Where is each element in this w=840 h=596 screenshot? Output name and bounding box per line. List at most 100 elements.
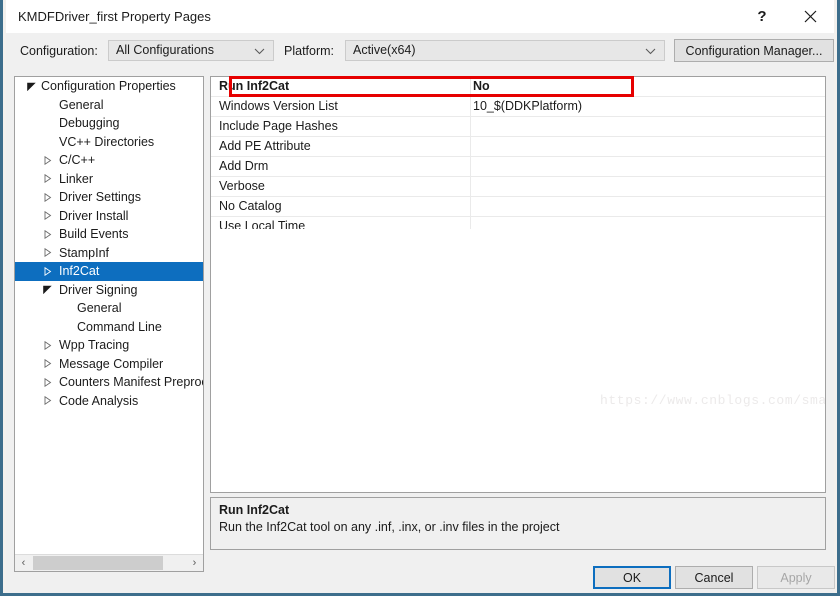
configuration-manager-button[interactable]: Configuration Manager...: [674, 39, 834, 62]
close-icon[interactable]: [788, 0, 832, 32]
tree-item-general[interactable]: General: [15, 299, 203, 318]
tree-item-wpp-tracing[interactable]: Wpp Tracing: [15, 336, 203, 355]
tree-item-label: General: [59, 97, 104, 112]
tree-item-label: Inf2Cat: [59, 264, 100, 278]
tree-item-command-line[interactable]: Command Line: [15, 318, 203, 337]
tree-item-label: Driver Install: [59, 208, 129, 223]
property-row[interactable]: Run Inf2Cat No: [211, 77, 825, 97]
description-body: Run the Inf2Cat tool on any .inf, .inx, …: [219, 520, 560, 534]
property-name: Include Page Hashes: [219, 119, 338, 133]
platform-label: Platform:: [284, 44, 335, 58]
tree-item-label: Message Compiler: [59, 356, 164, 371]
tree-item-label: Linker: [59, 171, 94, 186]
tree-item-label: General: [77, 301, 122, 315]
expander-collapsed-icon: [39, 262, 55, 281]
expander-collapsed-icon: [39, 244, 55, 263]
tree-item-stampinf[interactable]: StampInf: [15, 244, 203, 263]
platform-dropdown[interactable]: Active(x64): [345, 40, 665, 61]
window-title: KMDFDriver_first Property Pages: [18, 9, 211, 24]
property-name: Add PE Attribute: [219, 139, 311, 153]
tree-item-general[interactable]: General: [15, 96, 203, 115]
property-grid-empty-area: [211, 229, 825, 492]
property-row[interactable]: No Catalog: [211, 197, 825, 217]
expander-none: [39, 114, 55, 133]
property-row[interactable]: Add PE Attribute: [211, 137, 825, 157]
tree-item-vc-directories[interactable]: VC++ Directories: [15, 133, 203, 152]
property-value[interactable]: No: [473, 79, 490, 93]
tree-item-label: VC++ Directories: [59, 134, 155, 149]
scroll-left-icon[interactable]: ‹: [15, 555, 32, 571]
tree-item-debugging[interactable]: Debugging: [15, 114, 203, 133]
tree-item-label: Wpp Tracing: [59, 338, 130, 352]
configuration-dropdown-value: All Configurations: [116, 43, 214, 57]
expander-collapsed-icon: [39, 373, 55, 392]
property-value[interactable]: 10_$(DDKPlatform): [473, 99, 582, 113]
tree-item-c-c[interactable]: C/C++: [15, 151, 203, 170]
expander-collapsed-icon: [39, 170, 55, 189]
scrollbar-thumb[interactable]: [33, 556, 163, 570]
help-glyph: ?: [757, 7, 767, 25]
window-border-right-inner: [834, 0, 837, 596]
tree-item-label: Counters Manifest Preproc: [59, 375, 203, 389]
tree-item-label: Code Analysis: [59, 393, 139, 408]
property-row[interactable]: Windows Version List 10_$(DDKPlatform): [211, 97, 825, 117]
property-name: No Catalog: [219, 199, 282, 213]
property-grid: Run Inf2Cat No Windows Version List 10_$(DD…: [210, 76, 826, 493]
expander-none: [39, 133, 55, 152]
property-row[interactable]: Verbose: [211, 177, 825, 197]
tree-item-driver-settings[interactable]: Driver Settings: [15, 188, 203, 207]
help-icon[interactable]: ?: [740, 0, 784, 32]
property-pages-dialog: KMDFDriver_first Property Pages ? Config…: [0, 0, 840, 596]
expander-expanded-icon: [23, 77, 39, 96]
tree-item-label: Build Events: [59, 227, 129, 241]
tree-item-inf2cat[interactable]: Inf2Cat: [15, 262, 203, 281]
cancel-button[interactable]: Cancel: [675, 566, 753, 589]
tree-item-message-compiler[interactable]: Message Compiler: [15, 355, 203, 374]
property-name: Verbose: [219, 179, 265, 193]
expander-collapsed-icon: [39, 207, 55, 226]
tree-item-label: Configuration Properties: [41, 79, 176, 93]
expander-expanded-icon: [39, 281, 55, 300]
tree-item-label: C/C++: [59, 153, 96, 167]
configuration-label: Configuration:: [20, 44, 98, 58]
chevron-down-icon: [645, 46, 656, 57]
expander-collapsed-icon: [39, 355, 55, 374]
expander-none: [57, 299, 73, 318]
tree-item-driver-signing[interactable]: Driver Signing: [15, 281, 203, 300]
property-name: Run Inf2Cat: [219, 79, 290, 93]
property-row[interactable]: Add Drm: [211, 157, 825, 177]
expander-none: [57, 318, 73, 337]
tree-item-label: Command Line: [77, 319, 162, 334]
tree-item-driver-install[interactable]: Driver Install: [15, 207, 203, 226]
description-panel: Run Inf2Cat Run the Inf2Cat tool on any …: [210, 497, 826, 550]
tree-item-linker[interactable]: Linker: [15, 170, 203, 189]
tree-item-label: Driver Settings: [59, 190, 141, 204]
ok-button[interactable]: OK: [593, 566, 671, 589]
configuration-dropdown[interactable]: All Configurations: [108, 40, 274, 61]
tree-item-label: Driver Signing: [59, 282, 138, 297]
tree-item-build-events[interactable]: Build Events: [15, 225, 203, 244]
tree-item-counters-manifest-preproc[interactable]: Counters Manifest Preproc: [15, 373, 203, 392]
expander-collapsed-icon: [39, 336, 55, 355]
property-grid-rows: Run Inf2Cat No Windows Version List 10_$(DD…: [211, 77, 825, 237]
scroll-right-icon[interactable]: ›: [186, 555, 203, 571]
platform-dropdown-value: Active(x64): [353, 43, 416, 57]
expander-collapsed-icon: [39, 188, 55, 207]
configuration-properties-tree: Configuration Properties General Debugging…: [14, 76, 204, 572]
tree-item-label: Debugging: [59, 116, 120, 130]
apply-button[interactable]: Apply: [757, 566, 835, 589]
tree-item-code-analysis[interactable]: Code Analysis: [15, 392, 203, 411]
expander-none: [39, 96, 55, 115]
expander-collapsed-icon: [39, 225, 55, 244]
window-border-left-inner: [3, 0, 6, 596]
property-name: Windows Version List: [219, 99, 338, 113]
tree-item-configuration-properties[interactable]: Configuration Properties: [15, 77, 203, 96]
property-name: Add Drm: [219, 159, 269, 173]
title-bar: KMDFDriver_first Property Pages ?: [6, 0, 834, 33]
tree-horizontal-scrollbar[interactable]: ‹ ›: [15, 554, 203, 571]
chevron-down-icon: [254, 46, 265, 57]
configuration-bar: Configuration: All Configurations Platfo…: [6, 33, 834, 67]
expander-collapsed-icon: [39, 151, 55, 170]
tree-scroll-region: Configuration Properties General Debugging…: [15, 77, 203, 554]
property-row[interactable]: Include Page Hashes: [211, 117, 825, 137]
